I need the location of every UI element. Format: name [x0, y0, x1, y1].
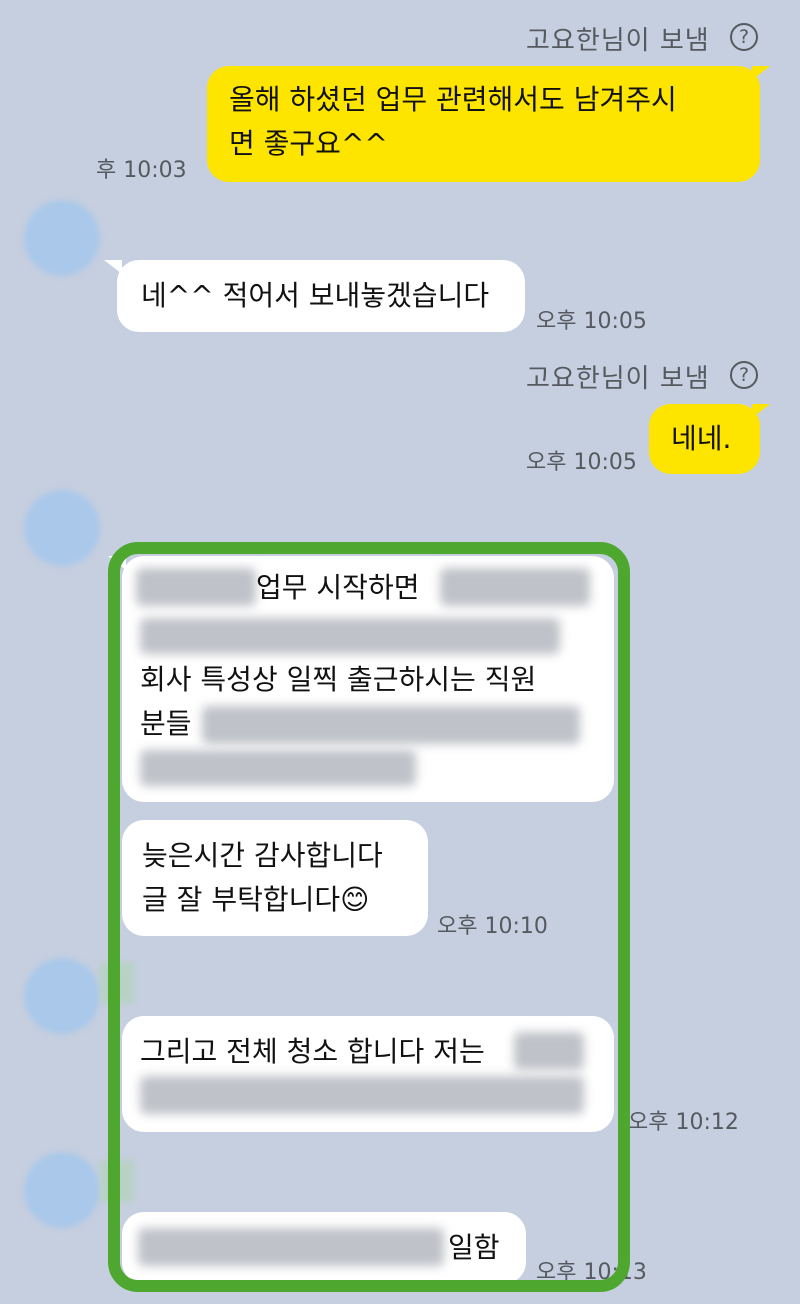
message-time: 후 10:03: [96, 158, 187, 183]
message-time: 오후 10:05: [536, 309, 647, 334]
message-line: 면 좋구요^^: [229, 127, 388, 160]
avatar[interactable]: [24, 200, 100, 276]
help-icon[interactable]: ?: [730, 23, 758, 51]
my-message-bubble[interactable]: 올해 하셨던 업무 관련해서도 남겨주시 면 좋구요^^: [207, 66, 760, 182]
avatar[interactable]: [24, 1152, 100, 1228]
my-message-bubble[interactable]: 네네.: [649, 404, 760, 474]
bubble-tail: [752, 404, 770, 418]
sender-label: 고요한님이 보냄: [526, 364, 710, 394]
message-line: 올해 하셨던 업무 관련해서도 남겨주시: [229, 83, 677, 116]
other-message-bubble[interactable]: 네^^ 적어서 보내놓겠습니다: [117, 260, 525, 332]
avatar[interactable]: [24, 958, 100, 1034]
highlight-box: [108, 542, 630, 1292]
help-icon[interactable]: ?: [730, 361, 758, 389]
sender-label: 고요한님이 보냄: [526, 26, 710, 56]
bubble-tail: [104, 260, 122, 274]
bubble-tail: [752, 66, 770, 80]
message-line: 네^^ 적어서 보내놓겠습니다: [141, 279, 490, 312]
message-time: 오후 10:12: [628, 1110, 739, 1135]
avatar[interactable]: [24, 490, 100, 566]
message-time: 오후 10:05: [526, 450, 637, 475]
message-line: 네네.: [671, 422, 732, 455]
